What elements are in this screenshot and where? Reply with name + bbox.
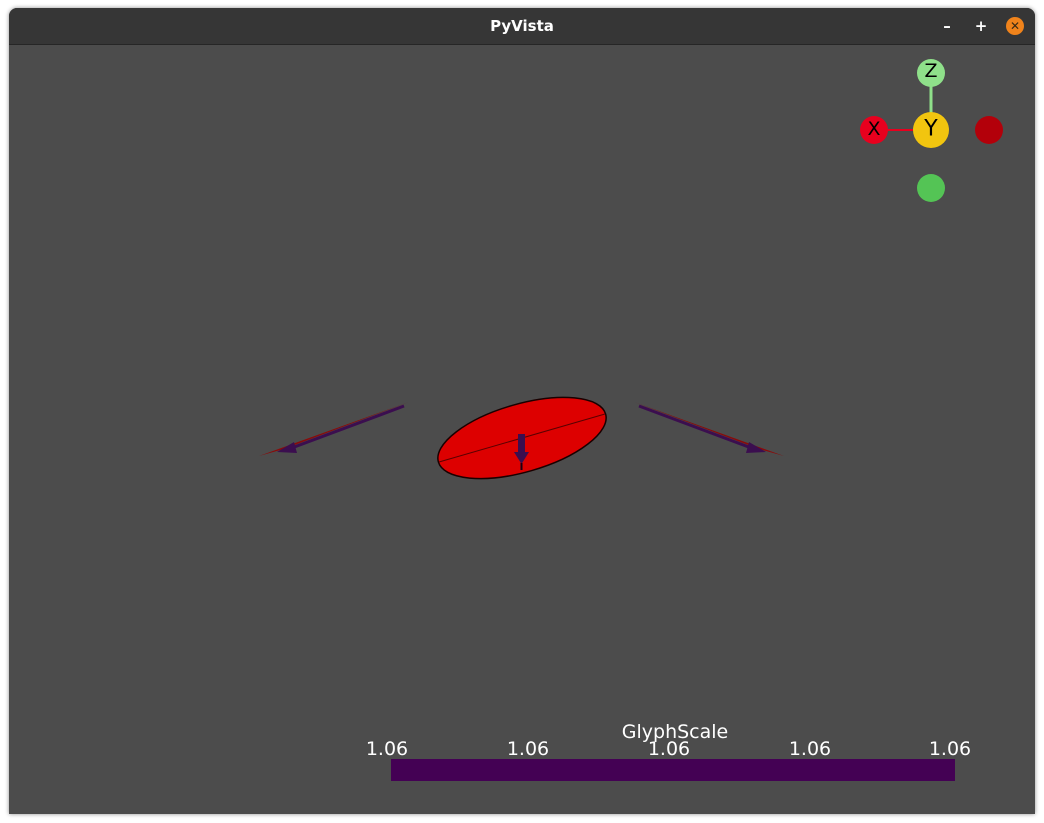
- y-axis-label: Y: [923, 117, 938, 142]
- app-window: PyVista – + ✕ Z X Y GlyphScale 1.06 1.06…: [9, 8, 1035, 814]
- left-arrow-shaft: [288, 404, 405, 451]
- left-arrow-head: [277, 442, 297, 453]
- window-title: PyVista: [490, 17, 554, 35]
- scalar-bar-tick: 1.06: [928, 738, 972, 760]
- right-arrow-head: [746, 442, 766, 453]
- close-button[interactable]: ✕: [1006, 17, 1024, 35]
- right-arrow-blade: [634, 402, 784, 456]
- maximize-button[interactable]: +: [971, 16, 991, 36]
- orientation-axes-widget[interactable]: Z X Y: [860, 59, 1003, 202]
- 3d-scene[interactable]: Z X Y: [9, 45, 1035, 814]
- scalar-bar-tick: 1.06: [788, 738, 832, 760]
- z-axis-label: Z: [924, 60, 937, 82]
- scalar-bar-tick: 1.06: [506, 738, 550, 760]
- scalar-bar-tick: 1.06: [647, 738, 691, 760]
- right-arrow-glyph: [634, 402, 784, 456]
- render-viewport[interactable]: Z X Y GlyphScale 1.06 1.06 1.06 1.06 1.0…: [9, 45, 1035, 814]
- scalar-bar-colorbar: [391, 759, 955, 781]
- left-arrow-glyph: [259, 402, 409, 456]
- center-arrow-shaft: [518, 434, 525, 454]
- minimize-button[interactable]: –: [937, 16, 957, 36]
- negative-y-axis-icon[interactable]: [917, 174, 945, 202]
- right-arrow-shaft: [638, 404, 755, 451]
- negative-x-axis-icon[interactable]: [975, 116, 1003, 144]
- scalar-bar-tick: 1.06: [365, 738, 409, 760]
- title-bar[interactable]: PyVista – + ✕: [9, 8, 1035, 45]
- center-disc-glyph: [437, 396, 607, 480]
- left-arrow-blade: [259, 402, 409, 456]
- x-axis-label: X: [867, 118, 880, 140]
